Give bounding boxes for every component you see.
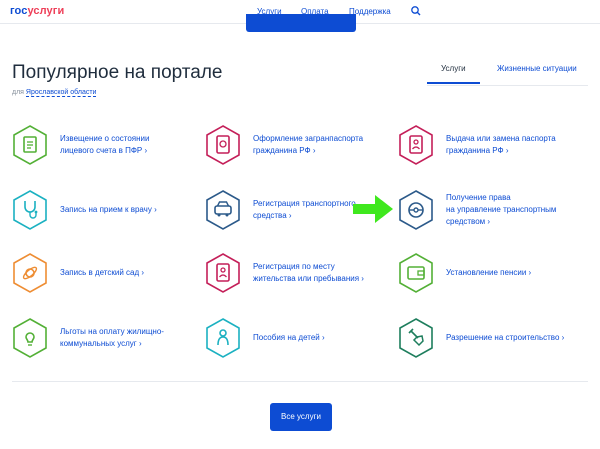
service-item[interactable]: Выдача или замена паспорта гражданина РФ… bbox=[398, 125, 578, 165]
chevron-right-icon: › bbox=[136, 339, 142, 348]
steering-wheel-icon bbox=[399, 190, 433, 230]
service-item[interactable]: Льготы на оплату жилищно- коммунальных у… bbox=[12, 318, 192, 358]
region-prefix: для bbox=[12, 89, 24, 96]
service-item[interactable]: Запись в детский сад › bbox=[12, 253, 192, 293]
service-item[interactable]: Извещение о состоянии лицевого счета в П… bbox=[12, 125, 192, 165]
service-label[interactable]: Пособия на детей › bbox=[253, 332, 393, 344]
service-label-text: Разрешение на строительство bbox=[446, 333, 560, 342]
pacifier-icon bbox=[13, 253, 47, 293]
service-label-text: Оформление загранпаспорта гражданина РФ bbox=[253, 134, 364, 155]
wallet-icon bbox=[399, 253, 433, 293]
page-title: Популярное на портале bbox=[12, 62, 223, 83]
all-services-button[interactable]: Все услуги bbox=[270, 403, 332, 431]
chevron-right-icon: › bbox=[286, 211, 292, 220]
service-item[interactable]: Регистрация по месту жительства или преб… bbox=[205, 253, 385, 293]
tabs-underline bbox=[427, 85, 588, 86]
service-item[interactable]: Установление пенсии › bbox=[398, 253, 578, 293]
service-label-text: Установление пенсии bbox=[446, 268, 527, 277]
logo-part-gos: гос bbox=[10, 5, 28, 17]
service-label-text: Регистрация транспортного средства bbox=[253, 199, 356, 220]
document-icon bbox=[13, 125, 47, 165]
service-item[interactable]: Пособия на детей › bbox=[205, 318, 385, 358]
service-label-text: Регистрация по месту жительства или преб… bbox=[253, 262, 360, 283]
chevron-right-icon: › bbox=[310, 146, 316, 155]
chevron-right-icon: › bbox=[526, 268, 532, 277]
divider bbox=[12, 381, 588, 382]
header-blue-button[interactable] bbox=[246, 14, 356, 32]
gosuslugi-logo[interactable]: госуслуги bbox=[10, 5, 64, 17]
service-label[interactable]: Запись на прием к врачу › bbox=[60, 204, 200, 216]
region-selector: для Ярославской области bbox=[12, 89, 97, 97]
tab-life-situations[interactable]: Жизненные ситуации bbox=[497, 62, 577, 84]
service-item[interactable]: Оформление загранпаспорта гражданина РФ … bbox=[205, 125, 385, 165]
chevron-right-icon: › bbox=[559, 333, 565, 342]
service-label[interactable]: Извещение о состоянии лицевого счета в П… bbox=[60, 133, 200, 157]
service-label-text: Льготы на оплату жилищно- коммунальных у… bbox=[60, 327, 164, 348]
tab-services[interactable]: Услуги bbox=[427, 62, 480, 84]
service-label[interactable]: Разрешение на строительство › bbox=[446, 332, 586, 344]
service-label[interactable]: Регистрация по месту жительства или преб… bbox=[253, 261, 393, 285]
service-label[interactable]: Запись в детский сад › bbox=[60, 267, 200, 279]
passport-icon bbox=[206, 125, 240, 165]
chevron-right-icon: › bbox=[359, 274, 364, 283]
service-label[interactable]: Оформление загранпаспорта гражданина РФ … bbox=[253, 133, 393, 157]
search-icon[interactable] bbox=[410, 5, 422, 17]
id-card-icon bbox=[399, 125, 433, 165]
chevron-right-icon: › bbox=[142, 146, 148, 155]
service-label-text: Получение права на управление транспортн… bbox=[446, 193, 557, 226]
service-label-text: Выдача или замена паспорта гражданина РФ bbox=[446, 134, 556, 155]
green-arrow-icon bbox=[353, 195, 393, 223]
lightbulb-icon bbox=[13, 318, 47, 358]
chevron-right-icon: › bbox=[485, 217, 491, 226]
chevron-right-icon: › bbox=[151, 205, 157, 214]
shovel-icon bbox=[399, 318, 433, 358]
region-link[interactable]: Ярославской области bbox=[25, 89, 97, 97]
service-label-text: Запись на прием к врачу bbox=[60, 205, 152, 214]
chevron-right-icon: › bbox=[503, 146, 509, 155]
chevron-right-icon: › bbox=[319, 333, 325, 342]
service-item[interactable]: Разрешение на строительство › bbox=[398, 318, 578, 358]
stethoscope-icon bbox=[13, 190, 47, 230]
service-label[interactable]: Льготы на оплату жилищно- коммунальных у… bbox=[60, 326, 200, 350]
service-label[interactable]: Установление пенсии › bbox=[446, 267, 586, 279]
service-label-text: Пособия на детей bbox=[253, 333, 320, 342]
service-label[interactable]: Выдача или замена паспорта гражданина РФ… bbox=[446, 133, 586, 157]
registration-icon bbox=[206, 253, 240, 293]
car-icon bbox=[206, 190, 240, 230]
chevron-right-icon: › bbox=[139, 268, 145, 277]
service-label[interactable]: Получение права на управление транспортн… bbox=[446, 192, 586, 228]
service-item[interactable]: Получение права на управление транспортн… bbox=[398, 190, 578, 230]
service-label-text: Извещение о состоянии лицевого счета в П… bbox=[60, 134, 150, 155]
child-icon bbox=[206, 318, 240, 358]
logo-part-uslugi: услуги bbox=[27, 5, 65, 17]
service-label-text: Запись в детский сад bbox=[60, 268, 140, 277]
service-item[interactable]: Запись на прием к врачу › bbox=[12, 190, 192, 230]
